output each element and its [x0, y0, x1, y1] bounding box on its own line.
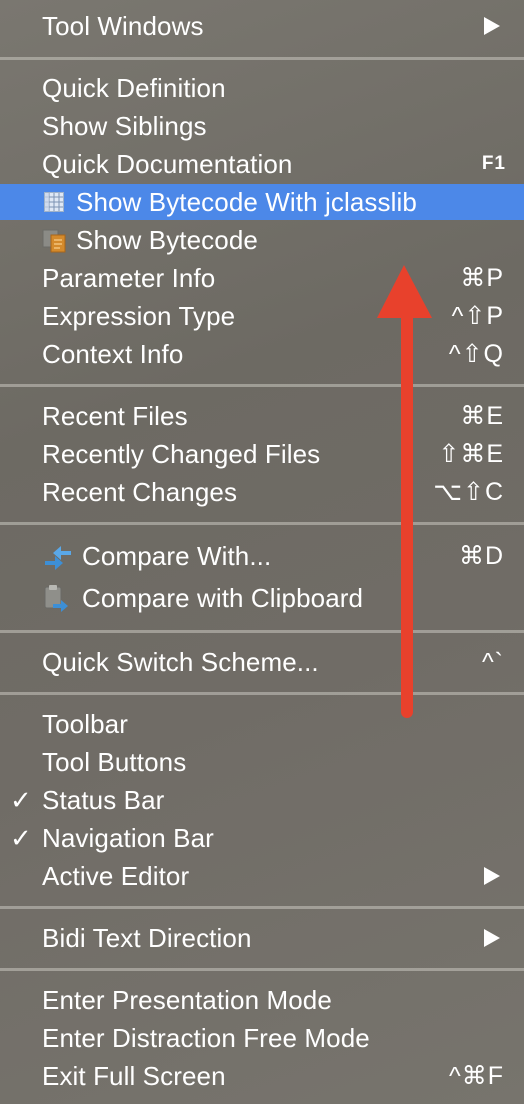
menu-item-label: Quick Switch Scheme...	[42, 646, 319, 677]
compare-clipboard-icon	[44, 585, 68, 612]
menu-item-label: Context Info	[42, 338, 184, 369]
menu-item-tool-buttons[interactable]: Tool Buttons	[0, 743, 524, 781]
menu-item-context-info[interactable]: Context Info ^⇧Q	[0, 335, 524, 373]
menu-item-recent-changes[interactable]: Recent Changes ⌥⇧C	[0, 473, 524, 511]
menu-item-bidi-text-direction[interactable]: Bidi Text Direction	[0, 919, 524, 957]
menu-item-label: Show Bytecode With jclasslib	[76, 186, 417, 217]
menu-item-enter-presentation-mode[interactable]: Enter Presentation Mode	[0, 981, 524, 1019]
menu-item-label: Exit Full Screen	[42, 1060, 226, 1091]
menu-item-quick-documentation[interactable]: Quick Documentation F1	[0, 145, 524, 183]
menu-item-shortcut: ⇧⌘E	[438, 440, 504, 468]
menu-item-status-bar[interactable]: ✓ Status Bar	[0, 781, 524, 819]
menu-item-label: Status Bar	[42, 784, 165, 815]
menu-item-compare-with-clipboard[interactable]: Compare with Clipboard	[0, 579, 524, 617]
menu-item-show-siblings[interactable]: Show Siblings	[0, 107, 524, 145]
menu-item-recently-changed-files[interactable]: Recently Changed Files ⇧⌘E	[0, 435, 524, 473]
menu-separator	[0, 630, 524, 633]
menu-item-label: Enter Distraction Free Mode	[42, 1022, 370, 1053]
menu-item-label: Compare with Clipboard	[82, 582, 364, 613]
menu-item-active-editor[interactable]: Active Editor	[0, 857, 524, 895]
menu-item-shortcut: ⌘E	[460, 402, 504, 430]
menu-item-shortcut: ^⇧P	[451, 302, 504, 330]
menu-item-label: Tool Windows	[42, 10, 204, 41]
menu-item-shortcut: ⌘D	[458, 542, 504, 570]
menu-item-show-bytecode[interactable]: Show Bytecode	[0, 221, 524, 259]
menu-item-label: Compare With...	[82, 540, 272, 571]
menu-item-exit-full-screen[interactable]: Exit Full Screen ^⌘F	[0, 1057, 524, 1095]
submenu-arrow-icon	[484, 867, 500, 885]
menu-separator	[0, 57, 524, 60]
menu-item-show-bytecode-jclasslib[interactable]: Show Bytecode With jclasslib	[0, 184, 524, 220]
menu-item-label: Expression Type	[42, 300, 236, 331]
menu-item-label: Parameter Info	[42, 262, 216, 293]
menu-item-navigation-bar[interactable]: ✓ Navigation Bar	[0, 819, 524, 857]
menu-item-label: Recent Files	[42, 400, 188, 431]
view-menu: Tool Windows Quick Definition Show Sibli…	[0, 0, 524, 1104]
menu-separator	[0, 384, 524, 387]
menu-item-enter-distraction-free-mode[interactable]: Enter Distraction Free Mode	[0, 1019, 524, 1057]
menu-item-label: Bidi Text Direction	[42, 922, 252, 953]
menu-item-label: Toolbar	[42, 708, 128, 739]
compare-arrows-icon	[45, 546, 71, 570]
menu-item-expression-type[interactable]: Expression Type ^⇧P	[0, 297, 524, 335]
menu-separator	[0, 906, 524, 909]
menu-item-label: Enter Presentation Mode	[42, 984, 332, 1015]
menu-item-shortcut: F1	[481, 153, 506, 174]
menu-item-label: Navigation Bar	[42, 822, 214, 853]
menu-item-label: Show Siblings	[42, 110, 207, 141]
menu-item-tool-windows[interactable]: Tool Windows	[0, 7, 524, 45]
menu-separator	[0, 522, 524, 525]
menu-item-shortcut: ⌘P	[460, 264, 504, 292]
menu-item-label: Active Editor	[42, 860, 190, 891]
menu-item-label: Recent Changes	[42, 476, 238, 507]
menu-item-label: Quick Definition	[42, 72, 226, 103]
menu-item-parameter-info[interactable]: Parameter Info ⌘P	[0, 259, 524, 297]
menu-item-recent-files[interactable]: Recent Files ⌘E	[0, 397, 524, 435]
submenu-arrow-icon	[484, 929, 500, 947]
menu-item-label: Quick Documentation	[42, 148, 293, 179]
menu-item-label: Tool Buttons	[42, 746, 187, 777]
menu-item-label: Recently Changed Files	[42, 438, 321, 469]
jclasslib-grid-icon	[44, 192, 64, 212]
submenu-arrow-icon	[484, 17, 500, 35]
checkmark-icon: ✓	[10, 822, 32, 853]
bytecode-document-icon	[42, 229, 66, 253]
menu-item-shortcut: ^⌘F	[448, 1062, 504, 1090]
checkmark-icon: ✓	[10, 784, 32, 815]
menu-item-shortcut: ^⇧Q	[448, 340, 504, 368]
menu-item-quick-definition[interactable]: Quick Definition	[0, 69, 524, 107]
menu-item-shortcut: ⌥⇧C	[433, 478, 504, 506]
menu-separator	[0, 692, 524, 695]
menu-item-toolbar[interactable]: Toolbar	[0, 705, 524, 743]
menu-item-label: Show Bytecode	[76, 224, 258, 255]
menu-separator	[0, 968, 524, 971]
menu-item-compare-with[interactable]: Compare With... ⌘D	[0, 537, 524, 575]
menu-item-shortcut: ^`	[481, 647, 504, 676]
menu-item-quick-switch-scheme[interactable]: Quick Switch Scheme... ^`	[0, 643, 524, 681]
